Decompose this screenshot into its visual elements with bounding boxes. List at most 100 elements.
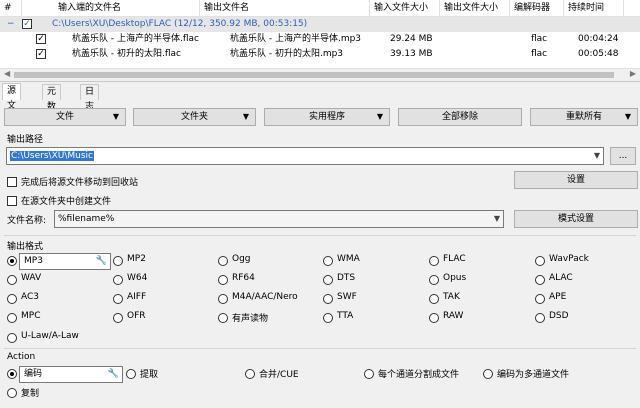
format-label[interactable]: 有声读物 [232, 311, 268, 324]
action-encode-selected[interactable]: 编码 🔧 [19, 366, 123, 383]
table-row[interactable]: ✓ 杭盖乐队 - 上海产的半导体.flac 杭盖乐队 - 上海产的半导体.mp3… [0, 32, 640, 47]
format-radio[interactable] [218, 256, 228, 266]
format-label[interactable]: DSD [549, 311, 569, 321]
format-radio[interactable] [429, 275, 439, 285]
settings-button[interactable]: 设置 [514, 171, 638, 189]
action-radio[interactable] [126, 369, 136, 379]
format-label[interactable]: WavPack [549, 254, 589, 264]
format-radio[interactable] [323, 313, 333, 323]
in-source-checkbox[interactable] [7, 196, 17, 206]
format-radio[interactable] [113, 313, 123, 323]
col-duration[interactable]: 持续时间 [564, 0, 624, 17]
row-checkbox[interactable]: ✓ [36, 49, 46, 59]
format-radio[interactable] [7, 313, 17, 323]
format-radio[interactable] [7, 333, 17, 343]
col-input-size[interactable]: 输入文件大小 [370, 0, 440, 17]
list-header: # 输入端的文件名 输出文件名 输入文件大小 输出文件大小 编解码器 持续时间 [0, 0, 640, 17]
format-label[interactable]: AC3 [21, 292, 39, 302]
format-label[interactable]: FLAC [443, 254, 466, 264]
format-radio[interactable] [535, 313, 545, 323]
scroll-right-icon[interactable]: ▶ [630, 69, 636, 78]
format-label[interactable]: Ogg [232, 254, 251, 264]
format-radio[interactable] [7, 294, 17, 304]
action-radio[interactable] [7, 369, 17, 379]
scroll-thumb[interactable] [14, 72, 614, 78]
format-mp3-selected[interactable]: MP3 🔧 [19, 253, 111, 270]
format-label[interactable]: RAW [443, 311, 463, 321]
action-radio[interactable] [7, 388, 17, 398]
format-radio[interactable] [218, 275, 228, 285]
format-radio[interactable] [7, 275, 17, 285]
format-radio[interactable] [429, 313, 439, 323]
format-radio[interactable] [429, 256, 439, 266]
col-output-size[interactable]: 输出文件大小 [440, 0, 510, 17]
scroll-left-icon[interactable]: ◀ [4, 69, 10, 78]
format-label[interactable]: Opus [443, 273, 466, 283]
format-radio[interactable] [7, 256, 17, 266]
utilities-button[interactable]: 实用程序 ▼ [264, 108, 390, 126]
format-label[interactable]: MP2 [127, 254, 146, 264]
format-radio[interactable] [113, 275, 123, 285]
format-label[interactable]: ALAC [549, 273, 573, 283]
format-radio[interactable] [113, 294, 123, 304]
col-codec[interactable]: 编解码器 [510, 0, 564, 17]
tab-source-files[interactable]: 源文件 [2, 83, 22, 126]
group-row[interactable]: − ✓ C:\Users\XU\Desktop\FLAC (12/12, 350… [0, 17, 640, 32]
format-label[interactable]: MPC [21, 311, 40, 321]
format-label[interactable]: RF64 [232, 273, 255, 283]
recycle-checkbox[interactable] [7, 177, 17, 187]
format-label[interactable]: WAV [21, 273, 41, 283]
reset-all-button[interactable]: 重默所有 ▼ [530, 108, 638, 126]
pattern-settings-button[interactable]: 模式设置 [514, 210, 638, 228]
horizontal-scrollbar[interactable]: ◀ ▶ [0, 68, 640, 81]
folder-button[interactable]: 文件夹 ▼ [133, 108, 256, 126]
format-label[interactable]: SWF [337, 292, 357, 302]
format-radio[interactable] [323, 294, 333, 304]
format-label[interactable]: U-Law/A-Law [21, 331, 79, 341]
action-label-text[interactable]: 每个通道分割成文件 [378, 367, 459, 380]
col-output-name[interactable]: 输出文件名 [200, 0, 370, 17]
input-size: 39.13 MB [390, 49, 433, 59]
col-number[interactable]: # [0, 0, 22, 17]
browse-button[interactable]: ... [610, 147, 636, 165]
format-radio[interactable] [535, 256, 545, 266]
format-label[interactable]: APE [549, 292, 566, 302]
col-input-name[interactable]: 输入端的文件名 [22, 0, 200, 17]
action-label-text[interactable]: 提取 [140, 367, 158, 380]
action-label-text[interactable]: 合并/CUE [259, 367, 299, 380]
format-label[interactable]: M4A/AAC/Nero [232, 292, 298, 302]
format-radio[interactable] [113, 256, 123, 266]
format-label[interactable]: WMA [337, 254, 360, 264]
format-radio[interactable] [535, 294, 545, 304]
table-row[interactable]: ✓ 杭盖乐队 - 初升的太阳.flac 杭盖乐队 - 初升的太阳.mp3 39.… [0, 47, 640, 62]
group-checkbox[interactable]: ✓ [22, 19, 32, 29]
tab-log[interactable]: 日志 [80, 84, 100, 112]
action-label-text[interactable]: 复制 [21, 386, 39, 399]
format-label[interactable]: OFR [127, 311, 146, 321]
remove-all-button[interactable]: 全部移除 [398, 108, 522, 126]
action-radio[interactable] [245, 369, 255, 379]
row-checkbox[interactable]: ✓ [36, 34, 46, 44]
output-path-combo[interactable]: C:\Users\XU\Music ▼ [6, 147, 604, 165]
format-label[interactable]: AIFF [127, 292, 146, 302]
format-label[interactable]: W64 [127, 273, 147, 283]
filename-pattern-combo[interactable]: %filename% ▼ [54, 210, 504, 228]
file-list[interactable]: # 输入端的文件名 输出文件名 输入文件大小 输出文件大小 编解码器 持续时间 … [0, 0, 640, 82]
format-radio[interactable] [535, 275, 545, 285]
wrench-icon[interactable]: 🔧 [108, 367, 119, 382]
format-radio[interactable] [429, 294, 439, 304]
wrench-icon[interactable]: 🔧 [96, 254, 107, 269]
format-radio[interactable] [323, 275, 333, 285]
action-radio[interactable] [364, 369, 374, 379]
format-radio[interactable] [218, 313, 228, 323]
collapse-icon[interactable]: − [7, 17, 17, 32]
format-label[interactable]: TAK [443, 292, 460, 302]
action-radio[interactable] [483, 369, 493, 379]
format-label[interactable]: TTA [337, 311, 353, 321]
format-radio[interactable] [218, 294, 228, 304]
format-radio[interactable] [323, 256, 333, 266]
format-label[interactable]: DTS [337, 273, 355, 283]
file-button[interactable]: 文件 ▼ [4, 108, 126, 126]
action-label-text[interactable]: 编码为多通道文件 [497, 367, 569, 380]
tab-metadata[interactable]: 元数据 [42, 84, 62, 127]
